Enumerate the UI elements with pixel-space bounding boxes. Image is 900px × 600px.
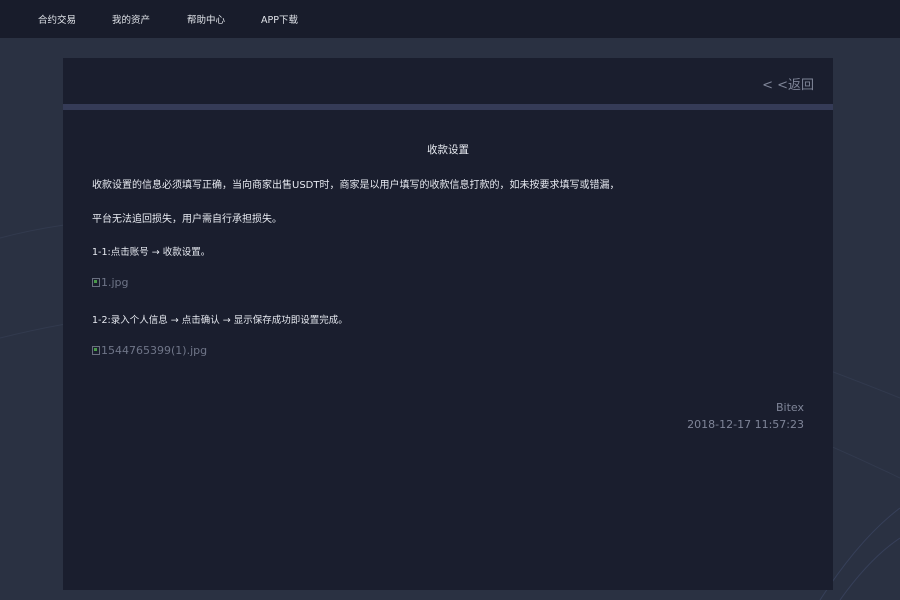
nav-item-my-assets[interactable]: 我的资产 <box>112 12 150 26</box>
top-navigation-bar: 合约交易 我的资产 帮助中心 APP下载 <box>0 0 900 38</box>
article-paragraph: 平台无法追回损失，用户需自行承担损失。 <box>92 214 282 225</box>
article-title: 收款设置 <box>427 144 469 156</box>
article-image-2: 1544765399(1).jpg <box>92 344 207 357</box>
step-2-text: 1-2:录入个人信息 → 点击确认 → 显示保存成功即设置完成。 <box>92 315 348 326</box>
broken-image-icon <box>92 278 100 287</box>
article-content-panel: 收款设置 收款设置的信息必须填写正确，当向商家出售USDT时，商家是以用户填写的… <box>63 110 833 590</box>
article-datetime: 2018-12-17 11:57:23 <box>687 418 804 431</box>
back-link[interactable]: < <返回 <box>762 74 814 93</box>
step-1-text: 1-1:点击账号 → 收款设置。 <box>92 247 211 258</box>
nav-item-app-download[interactable]: APP下载 <box>261 12 298 26</box>
article-image-1: 1.jpg <box>92 276 129 289</box>
article-header-panel: < <返回 <box>63 58 833 104</box>
article-author: Bitex <box>776 401 804 414</box>
nav-item-help-center[interactable]: 帮助中心 <box>187 12 225 26</box>
image-alt-text: 1.jpg <box>101 276 129 289</box>
article-paragraph: 收款设置的信息必须填写正确，当向商家出售USDT时，商家是以用户填写的收款信息打… <box>92 180 620 191</box>
image-alt-text: 1544765399(1).jpg <box>101 344 208 357</box>
nav-item-contract-trading[interactable]: 合约交易 <box>38 12 76 26</box>
broken-image-icon <box>92 346 100 355</box>
